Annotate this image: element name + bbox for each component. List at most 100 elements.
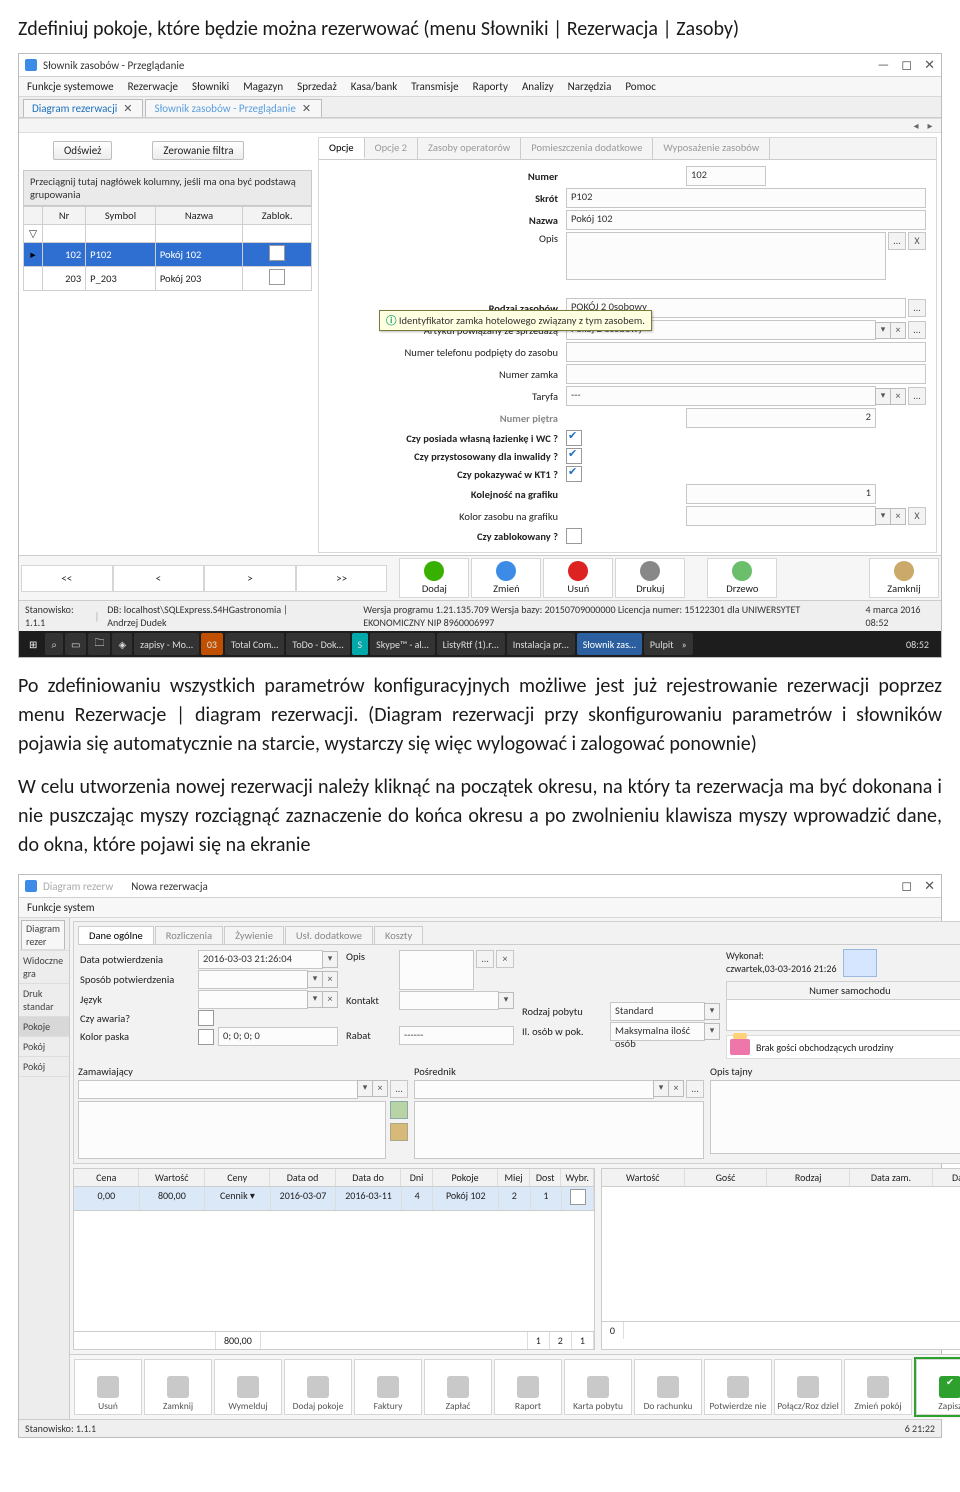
- dropdown-icon[interactable]: ▾: [704, 1003, 720, 1020]
- nav-next-button[interactable]: >: [204, 565, 296, 592]
- person-icon[interactable]: [390, 1123, 408, 1141]
- kt1-checkbox[interactable]: [566, 466, 582, 482]
- col-data-zam[interactable]: Data zam.: [850, 1169, 933, 1186]
- lazienka-checkbox[interactable]: [566, 430, 582, 446]
- jezyk-field[interactable]: [198, 990, 308, 1009]
- start-button[interactable]: ⊞: [23, 633, 43, 655]
- table-row[interactable]: 0,00 800,00 Cennik ▾ 2016-03-07 2016-03-…: [74, 1187, 594, 1211]
- telefon-field[interactable]: [566, 342, 926, 362]
- zasoby-grid[interactable]: Nr Symbol Nazwa Zablok. ▽ ▸ 102 P102 Pok…: [23, 206, 312, 291]
- tab-close-icon[interactable]: ✕: [302, 102, 311, 115]
- tab-slownik-zasobow[interactable]: Słownik zasobów - Przeglądanie✕: [145, 99, 322, 117]
- col-pokoje[interactable]: Pokoje: [433, 1169, 498, 1186]
- menu-pomoc[interactable]: Pomoc: [625, 80, 656, 93]
- inwalidy-checkbox[interactable]: [566, 448, 582, 464]
- tab-close-icon[interactable]: ✕: [123, 102, 132, 115]
- taskbar-explorer-icon[interactable]: 🗀: [88, 633, 110, 655]
- taskbar-item[interactable]: ListyRtf (1).r…: [437, 633, 505, 655]
- col-numsam[interactable]: Numer samochodu: [727, 982, 960, 1000]
- menu-funkcje[interactable]: Funkcje system: [27, 901, 95, 914]
- color-swatch[interactable]: [198, 1029, 214, 1045]
- pokoje-grid[interactable]: Cena Wartość Ceny Data od Data do Dni Po…: [73, 1168, 595, 1350]
- col-nazwa[interactable]: Nazwa: [155, 207, 242, 225]
- taskbar-item[interactable]: Skype™ - al…: [370, 633, 435, 655]
- dropdown-icon[interactable]: ▾: [498, 992, 514, 1009]
- tb-do-rachunku[interactable]: Do rachunku: [634, 1359, 702, 1415]
- taskbar-item[interactable]: Pulpit»: [644, 633, 693, 655]
- taskbar-item[interactable]: Total Com…: [225, 633, 284, 655]
- table-row[interactable]: ▸ 102 P102 Pokój 102: [24, 243, 312, 267]
- col-cena[interactable]: Cena: [74, 1169, 139, 1186]
- maximize-button[interactable]: ◻: [901, 58, 912, 73]
- taryfa-field[interactable]: ---: [566, 386, 876, 406]
- close-window-button[interactable]: Zamknij: [869, 558, 939, 598]
- col-miej[interactable]: Miej: [498, 1169, 530, 1186]
- clear-x-button[interactable]: ×: [372, 1080, 388, 1097]
- subtab-pomieszczenia[interactable]: Pomieszczenia dodatkowe: [521, 138, 653, 159]
- col-data-do[interactable]: Data do: [336, 1169, 401, 1186]
- goscie-grid[interactable]: Wartość Gość Rodzaj Data zam. Data wym. …: [601, 1168, 960, 1350]
- menu-magazyn[interactable]: Magazyn: [243, 80, 283, 93]
- numer-pietra-field[interactable]: 2: [686, 408, 876, 428]
- menu-slowniki[interactable]: Słowniki: [192, 80, 229, 93]
- tab-scroll-right-icon[interactable]: ▸: [923, 119, 937, 132]
- clear-x-button[interactable]: ×: [496, 950, 514, 968]
- opis-tajny-field[interactable]: [710, 1080, 960, 1154]
- nav-last-button[interactable]: >>: [296, 565, 388, 592]
- numer-zamka-field[interactable]: [566, 364, 926, 384]
- filter-row[interactable]: ▽: [24, 225, 312, 243]
- zamawiajacy-details-field[interactable]: [78, 1101, 386, 1159]
- col-wybr[interactable]: Wybr.: [561, 1169, 593, 1186]
- grouping-hint[interactable]: Przeciągnij tutaj nagłówek kolumny, jeśl…: [23, 170, 312, 206]
- tb-zaplac[interactable]: Zapłać: [424, 1359, 492, 1415]
- opis-field[interactable]: [399, 950, 474, 990]
- col-dni[interactable]: Dni: [401, 1169, 433, 1186]
- data-potw-field[interactable]: 2016-03-03 21:26:04: [198, 950, 323, 969]
- col-rodzaj[interactable]: Rodzaj: [767, 1169, 850, 1186]
- tab-scroll-left-icon[interactable]: ◂: [909, 119, 923, 132]
- subtab-opcje[interactable]: Opcje: [319, 138, 365, 159]
- tb-polacz-rozdziel[interactable]: Połącz/Roz dziel: [774, 1359, 842, 1415]
- tab-dane-ogolne[interactable]: Dane ogólne: [78, 926, 154, 944]
- zablokowany-checkbox[interactable]: [566, 528, 582, 544]
- subtab-zasoby-operatorow[interactable]: Zasoby operatorów: [418, 138, 521, 159]
- dropdown-icon[interactable]: ▾: [875, 388, 891, 405]
- refresh-button[interactable]: Odśwież: [53, 141, 112, 160]
- dropdown-icon[interactable]: ▾: [307, 991, 323, 1008]
- print-button[interactable]: Drukuj: [615, 558, 685, 598]
- dropdown-icon[interactable]: ▾: [704, 1023, 720, 1040]
- posrednik-field[interactable]: [414, 1080, 654, 1099]
- clear-x-button[interactable]: ×: [890, 388, 906, 405]
- tab-koszty[interactable]: Koszty: [374, 926, 423, 944]
- posrednik-details-field[interactable]: [414, 1101, 704, 1159]
- close-button[interactable]: ✕: [924, 58, 935, 73]
- col-gosc[interactable]: Gość: [685, 1169, 768, 1186]
- tb-raport[interactable]: Raport: [494, 1359, 562, 1415]
- edit-button[interactable]: Zmień: [471, 558, 541, 598]
- clear-x-button[interactable]: ×: [668, 1080, 684, 1097]
- dropdown-icon[interactable]: ▾: [357, 1080, 373, 1097]
- kolor-paska-field[interactable]: 0; 0; 0; 0: [218, 1027, 338, 1046]
- zamawiajacy-field[interactable]: [78, 1080, 358, 1099]
- dropdown-icon[interactable]: ▾: [875, 322, 891, 339]
- lookup-button[interactable]: …: [908, 387, 926, 405]
- minimize-button[interactable]: —: [878, 58, 890, 73]
- tb-zapisz[interactable]: ✔Zapisz: [916, 1359, 960, 1415]
- taskbar-item[interactable]: 03: [201, 633, 223, 655]
- taskbar-app[interactable]: ◈: [112, 633, 132, 655]
- clear-x-button[interactable]: ×: [890, 508, 906, 525]
- delete-button[interactable]: Usuń: [543, 558, 613, 598]
- tb-dodaj-pokoje[interactable]: Dodaj pokoje: [284, 1359, 352, 1415]
- taskbar-item[interactable]: ToDo - Dok…: [286, 633, 349, 655]
- menu-narzedzia[interactable]: Narzędzia: [568, 80, 612, 93]
- col-nr[interactable]: Nr: [43, 207, 86, 225]
- checkbox[interactable]: [269, 245, 285, 261]
- expand-button[interactable]: …: [888, 232, 906, 250]
- tab-zywienie[interactable]: Żywienie: [224, 926, 284, 944]
- nav-prev-button[interactable]: <: [113, 565, 205, 592]
- company-icon[interactable]: [390, 1101, 408, 1119]
- sposob-field[interactable]: [198, 970, 308, 989]
- table-row[interactable]: 203 P_203 Pokój 203: [24, 267, 312, 291]
- col-zablok[interactable]: Zablok.: [243, 207, 312, 225]
- tb-karta-pobytu[interactable]: Karta pobytu: [564, 1359, 632, 1415]
